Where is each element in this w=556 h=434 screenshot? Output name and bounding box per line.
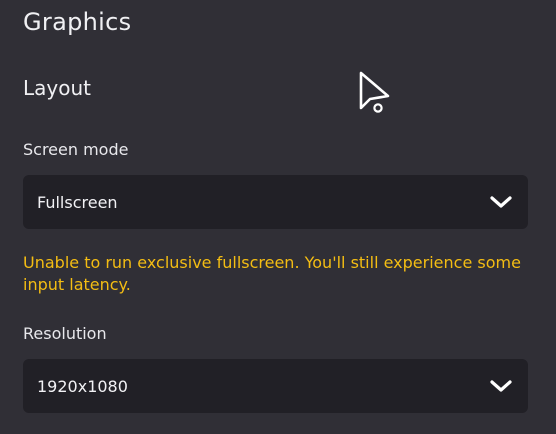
chevron-down-icon <box>488 189 514 215</box>
screen-mode-dropdown[interactable]: Fullscreen <box>23 175 528 229</box>
chevron-down-icon <box>488 373 514 399</box>
screen-mode-value: Fullscreen <box>37 192 118 212</box>
graphics-settings-panel: Graphics Layout Screen mode Fullscreen U… <box>0 0 556 434</box>
resolution-label: Resolution <box>23 324 107 343</box>
section-title: Graphics <box>23 8 132 36</box>
mouse-cursor-icon <box>358 70 394 116</box>
resolution-value: 1920x1080 <box>37 376 128 396</box>
screen-mode-label: Screen mode <box>23 140 129 159</box>
layout-subtitle: Layout <box>23 76 91 100</box>
fullscreen-warning-text: Unable to run exclusive fullscreen. You'… <box>23 253 521 294</box>
resolution-dropdown[interactable]: 1920x1080 <box>23 359 528 413</box>
